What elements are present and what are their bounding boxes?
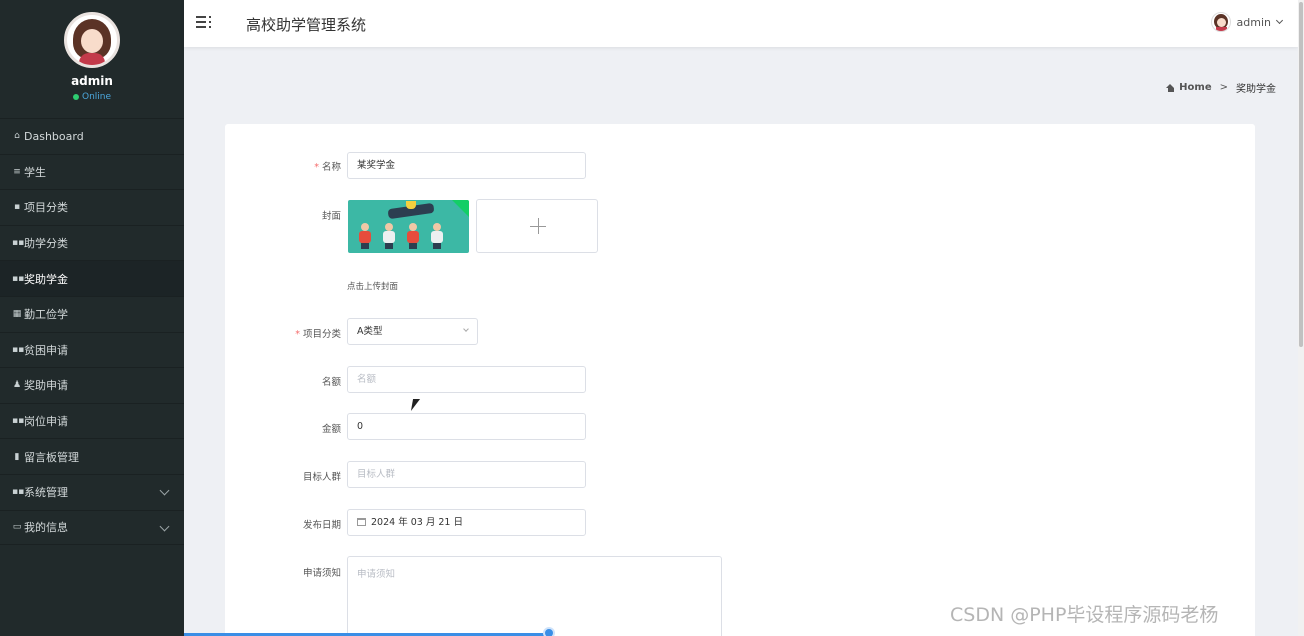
target-input[interactable]: 目标人群	[347, 461, 586, 488]
sidebar-item[interactable]: ▪▪ 岗位申请	[0, 402, 184, 439]
form-card: * 名称 某奖学金 封面 点击上传封面 * 项目分类 A类型 名额 名额 金额 0 …	[225, 124, 1255, 636]
breadcrumb: Home > 奖助学金	[1166, 80, 1276, 95]
date-picker[interactable]: 2024 年 03 月 21 日	[347, 509, 586, 536]
upload-success-icon	[452, 200, 469, 217]
notice-textarea[interactable]: 申请须知	[347, 556, 722, 636]
online-dot-icon	[72, 93, 79, 100]
grid-icon: ▪▪	[12, 344, 25, 355]
name-input[interactable]: 某奖学金	[347, 152, 586, 179]
sidebar-item-label: 项目分类	[24, 201, 68, 215]
amount-input[interactable]: 0	[347, 413, 586, 440]
trophy-icon	[406, 201, 416, 209]
sidebar-item[interactable]: ▪▪ 贫困申请	[0, 331, 184, 368]
quota-input[interactable]: 名额	[347, 366, 586, 393]
quota-label: 名额	[321, 377, 341, 388]
sidebar-item[interactable]: ▪▪ 系统管理	[0, 473, 184, 510]
chevron-down-icon	[1275, 16, 1284, 25]
upload-button[interactable]	[476, 199, 598, 253]
calendar-icon	[357, 518, 366, 526]
sidebar-item-label: 助学分类	[24, 237, 68, 251]
breadcrumb-separator: >	[1219, 82, 1228, 93]
sidebar: admin Online ⌂ Dashboard ≡ 学生 ▪ 项目分类 ▪▪ 助学分类 ▪▪ 奖…	[0, 0, 184, 636]
sidebar-menu: ⌂ Dashboard ≡ 学生 ▪ 项目分类 ▪▪ 助学分类 ▪▪ 奖助学金 ▦ 勤工俭学 ▪▪ 贫困申…	[0, 118, 184, 546]
breadcrumb-current: 奖助学金	[1236, 84, 1276, 95]
sidebar-item-label: 奖助申请	[24, 379, 68, 393]
sidebar-item[interactable]: ⌂ Dashboard	[0, 118, 184, 154]
target-label: 目标人群	[302, 472, 341, 483]
amount-label: 金额	[321, 424, 341, 435]
sidebar-item[interactable]: ▭ 我的信息	[0, 509, 184, 546]
chevron-down-icon	[463, 326, 469, 332]
name-label: * 名称	[314, 162, 341, 173]
sidebar-item-label: 学生	[24, 165, 46, 179]
home-icon: ⌂	[14, 131, 20, 142]
category-select[interactable]: A类型	[347, 318, 478, 345]
menu-toggle-icon[interactable]	[196, 15, 212, 29]
upload-hint: 点击上传封面	[347, 282, 399, 292]
user-menu[interactable]: admin	[1210, 12, 1284, 32]
profile: admin Online	[0, 0, 184, 118]
grid-icon: ▪▪	[12, 238, 25, 249]
sidebar-item[interactable]: ♟ 奖助申请	[0, 367, 184, 403]
list-icon: ≡	[13, 166, 21, 177]
sidebar-item[interactable]: ▪ 项目分类	[0, 189, 184, 225]
sidebar-item-label: 贫困申请	[24, 343, 68, 357]
cover-label: 封面	[321, 211, 341, 222]
sidebar-item-label: 留言板管理	[24, 450, 79, 464]
scrollbar-thumb[interactable]	[1299, 2, 1303, 347]
chevron-down-icon	[159, 485, 170, 496]
user-avatar	[1210, 12, 1231, 32]
avatar	[64, 12, 120, 68]
sidebar-item[interactable]: ▦ 勤工俭学	[0, 295, 184, 332]
user-icon: ♟	[12, 380, 22, 391]
id-card-icon: ▭	[12, 522, 22, 533]
notice-label: 申请须知	[302, 568, 341, 579]
progress-handle[interactable]	[543, 627, 555, 636]
sidebar-item-label: 我的信息	[24, 521, 68, 535]
cover-image[interactable]	[348, 200, 469, 253]
user-name: admin	[1236, 15, 1271, 29]
system-title: 高校助学管理系统	[246, 16, 367, 34]
sidebar-item[interactable]: ▪▪ 助学分类	[0, 224, 184, 261]
top-header: 高校助学管理系统 admin	[184, 0, 1298, 47]
watermark: CSDN @PHP毕设程序源码老杨	[950, 604, 1219, 626]
home-icon	[1166, 83, 1175, 92]
grid-icon: ▪▪	[12, 273, 25, 284]
bookmark-icon: ▪	[13, 202, 21, 213]
online-status: Online	[0, 92, 184, 102]
chevron-down-icon	[159, 521, 170, 531]
sidebar-item[interactable]: ▪▪ 奖助学金	[0, 260, 184, 296]
profile-name: admin	[71, 74, 113, 88]
sidebar-item-label: Dashboard	[24, 129, 84, 143]
grid-icon: ▪▪	[12, 487, 25, 498]
grid-icon: ▪▪	[12, 416, 25, 427]
sidebar-item-label: 勤工俭学	[24, 308, 68, 322]
table-icon: ▦	[12, 309, 22, 320]
sidebar-item-label: 奖助学金	[24, 272, 68, 286]
bar-chart-icon: ▮	[14, 451, 20, 462]
sidebar-item[interactable]: ▮ 留言板管理	[0, 438, 184, 474]
category-label: * 项目分类	[295, 329, 341, 340]
sidebar-item-label: 系统管理	[24, 486, 68, 500]
sidebar-item[interactable]: ≡ 学生	[0, 153, 184, 190]
breadcrumb-home[interactable]: Home	[1179, 82, 1211, 93]
date-label: 发布日期	[302, 520, 341, 531]
sidebar-item-label: 岗位申请	[24, 415, 68, 429]
page-scrollbar[interactable]	[1298, 0, 1304, 636]
